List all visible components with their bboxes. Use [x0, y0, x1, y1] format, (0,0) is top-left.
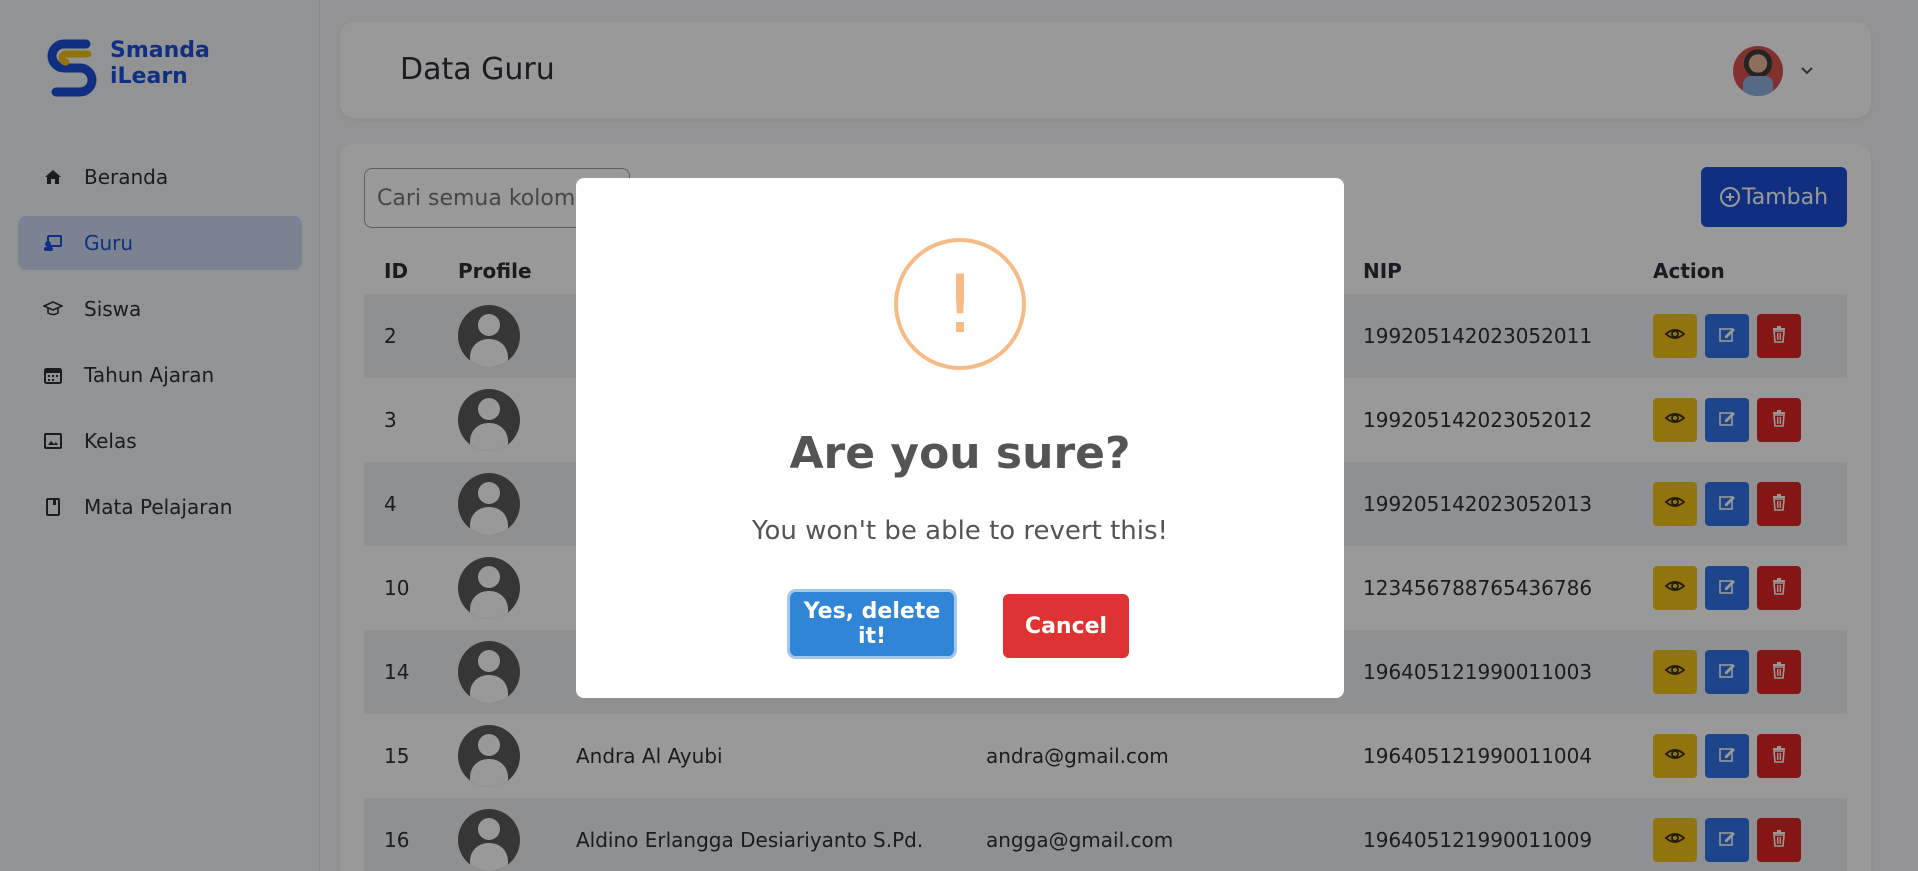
confirm-dialog: ! Are you sure? You won't be able to rev…: [576, 178, 1344, 698]
dialog-title: Are you sure?: [789, 428, 1131, 479]
warning-icon: !: [894, 238, 1026, 370]
cancel-button[interactable]: Cancel: [1003, 594, 1129, 658]
dialog-text: You won't be able to revert this!: [752, 516, 1168, 546]
confirm-delete-button[interactable]: Yes, delete it!: [790, 592, 954, 656]
warning-icon-glyph: !: [943, 257, 977, 351]
modal-backdrop[interactable]: ! Are you sure? You won't be able to rev…: [0, 0, 1918, 871]
